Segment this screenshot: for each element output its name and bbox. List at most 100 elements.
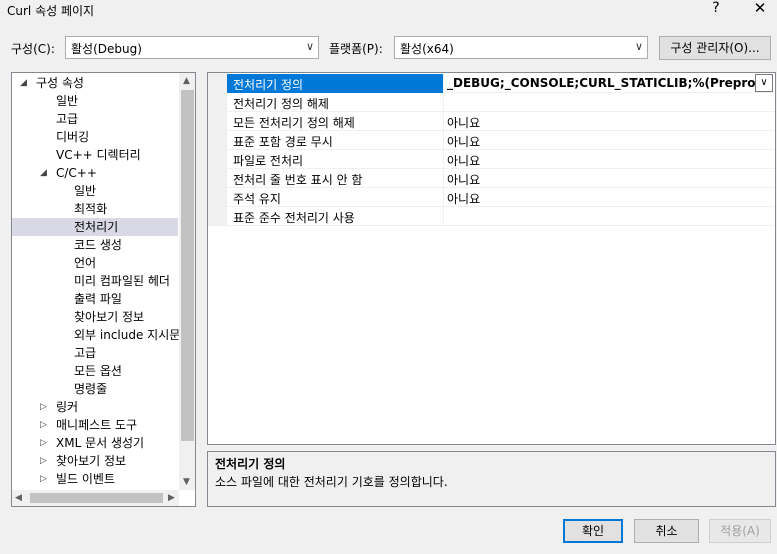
property-name: 주석 유지 [233, 192, 281, 206]
tree-item[interactable]: 일반 [12, 182, 178, 200]
window-title: Curl 속성 페이지 [7, 4, 95, 18]
property-value[interactable]: 아니요 [447, 171, 759, 188]
expanded-twisty-icon[interactable]: ◢ [40, 164, 47, 182]
tree-item[interactable]: ▷ 찾아보기 정보 [12, 452, 178, 470]
value-dropdown-button[interactable]: ∨ [755, 74, 773, 92]
tree-item-label: 일반 [74, 184, 97, 198]
property-name: 파일로 전처리 [233, 154, 304, 168]
property-row[interactable]: 표준 준수 전처리기 사용 [227, 207, 775, 226]
chevron-down-icon: ∨ [634, 40, 643, 53]
property-name: 전처리기 정의 해제 [233, 97, 329, 111]
tree-item-label: 찾아보기 정보 [56, 454, 127, 468]
tree-item[interactable]: 미리 컴파일된 헤더 [12, 272, 178, 290]
tree-item-label: 모든 옵션 [74, 364, 122, 378]
apply-button[interactable]: 적용(A) [709, 519, 771, 543]
tree-item[interactable]: ▷ 매니페스트 도구 [12, 416, 178, 434]
chevron-down-icon: ∨ [305, 40, 314, 53]
tree-item[interactable]: 외부 include 지시문 [12, 326, 181, 344]
tree-item[interactable]: 고급 [12, 344, 178, 362]
property-value[interactable]: 아니요 [447, 190, 759, 207]
column-divider [443, 169, 444, 188]
platform-value: 활성(x64) [400, 42, 454, 56]
tree-item[interactable]: VC++ 디렉터리 [12, 146, 178, 164]
tree-item[interactable]: 언어 [12, 254, 178, 272]
expanded-twisty-icon[interactable]: ◢ [20, 74, 27, 92]
tree-item-label: 코드 생성 [74, 238, 122, 252]
tree-item[interactable]: 일반 [12, 92, 178, 110]
cancel-button[interactable]: 취소 [634, 519, 699, 543]
tree-item-label: 언어 [74, 256, 97, 270]
tree-item[interactable]: 찾아보기 정보 [12, 308, 178, 326]
configuration-label: 구성(C): [11, 42, 55, 56]
property-row[interactable]: 전처리기 정의 해제 [227, 93, 775, 112]
property-row[interactable]: 모든 전처리기 정의 해제 아니요 [227, 112, 775, 131]
collapsed-twisty-icon[interactable]: ▷ [40, 416, 47, 434]
configuration-dropdown[interactable]: 활성(Debug) ∨ [65, 36, 319, 59]
configuration-manager-button[interactable]: 구성 관리자(O)... [659, 36, 771, 60]
property-name: 표준 준수 전처리기 사용 [233, 211, 355, 225]
help-button[interactable]: ? [708, 0, 724, 16]
column-divider [443, 74, 444, 93]
tree-item-label: 최적화 [74, 202, 108, 216]
property-row[interactable]: 전처리 줄 번호 표시 안 함 아니요 [227, 169, 775, 188]
column-divider [443, 131, 444, 150]
tree-item-label: 빌드 이벤트 [56, 472, 116, 486]
property-name: 전처리기 정의 [233, 78, 304, 92]
collapsed-twisty-icon[interactable]: ▷ [40, 452, 47, 470]
tree-item[interactable]: 디버깅 [12, 128, 178, 146]
scroll-up-icon[interactable]: ▲ [183, 76, 190, 86]
tree-item-label: 출력 파일 [74, 292, 122, 306]
property-value[interactable]: 아니요 [447, 114, 759, 131]
tree-item[interactable]: 고급 [12, 110, 178, 128]
scroll-down-icon[interactable]: ▼ [183, 477, 190, 487]
tree-item-label: 외부 include 지시문 [74, 328, 181, 342]
collapsed-twisty-icon[interactable]: ▷ [40, 398, 47, 416]
property-row[interactable]: 파일로 전처리 아니요 [227, 150, 775, 169]
platform-dropdown[interactable]: 활성(x64) ∨ [394, 36, 648, 59]
property-value[interactable]: 아니요 [447, 152, 759, 169]
platform-label: 플랫폼(P): [329, 42, 383, 56]
tree-item[interactable]: 모든 옵션 [12, 362, 178, 380]
tree-vertical-scroll-thumb[interactable] [181, 90, 194, 441]
scroll-right-icon[interactable]: ▶ [168, 493, 175, 503]
collapsed-twisty-icon[interactable]: ▷ [40, 434, 47, 452]
description-title: 전처리기 정의 [215, 457, 286, 471]
tree-item[interactable]: ◢ 구성 속성 [12, 74, 178, 92]
configuration-value: 활성(Debug) [71, 42, 142, 56]
description-text: 소스 파일에 대한 전처리기 기호를 정의합니다. [215, 475, 448, 489]
tree-item-label: 명령줄 [74, 382, 108, 396]
tree-item-label: 링커 [56, 400, 79, 414]
title-bar [0, 0, 777, 22]
tree-item[interactable]: ◢ C/C++ [12, 164, 178, 182]
column-divider [443, 112, 444, 131]
property-name: 모든 전처리기 정의 해제 [233, 116, 355, 130]
tree-item-label: 구성 속성 [36, 76, 84, 90]
tree-item[interactable]: 전처리기 [12, 218, 178, 236]
tree-item-label: 디버깅 [56, 130, 90, 144]
property-row[interactable]: 표준 포함 경로 무시 아니요 [227, 131, 775, 150]
tree-item[interactable]: 최적화 [12, 200, 178, 218]
tree-item[interactable]: 코드 생성 [12, 236, 178, 254]
scroll-left-icon[interactable]: ◀ [15, 493, 22, 503]
property-value[interactable]: _DEBUG;_CONSOLE;CURL_STATICLIB;%(Preproc… [447, 76, 759, 90]
tree-item[interactable]: ▷ 링커 [12, 398, 178, 416]
tree-item-label: VC++ 디렉터리 [56, 148, 141, 162]
property-grid-gutter [208, 73, 227, 226]
column-divider [443, 93, 444, 112]
property-row[interactable]: 전처리기 정의 _DEBUG;_CONSOLE;CURL_STATICLIB;%(… [227, 74, 775, 93]
tree-item-label: 고급 [56, 112, 79, 126]
collapsed-twisty-icon[interactable]: ▷ [40, 470, 47, 488]
tree-item[interactable]: 출력 파일 [12, 290, 178, 308]
tree-item[interactable]: ▷ XML 문서 생성기 [12, 434, 178, 452]
tree-item[interactable]: ▷ 빌드 이벤트 [12, 470, 178, 488]
tree-item[interactable]: 명령줄 [12, 380, 178, 398]
tree-horizontal-scroll-thumb[interactable] [30, 493, 163, 503]
ok-button[interactable]: 확인 [563, 519, 623, 543]
property-tree[interactable]: ◢ 구성 속성 일반 고급 디버깅 VC++ 디렉터리 ◢ C/C++ 일반 최적화 전처리기 코드 … [11, 72, 196, 507]
property-row[interactable]: 주석 유지 아니요 [227, 188, 775, 207]
property-name: 표준 포함 경로 무시 [233, 135, 333, 149]
property-value[interactable]: 아니요 [447, 133, 759, 150]
close-button[interactable]: ✕ [751, 0, 769, 17]
column-divider [443, 207, 444, 226]
tree-item-label: 찾아보기 정보 [74, 310, 145, 324]
